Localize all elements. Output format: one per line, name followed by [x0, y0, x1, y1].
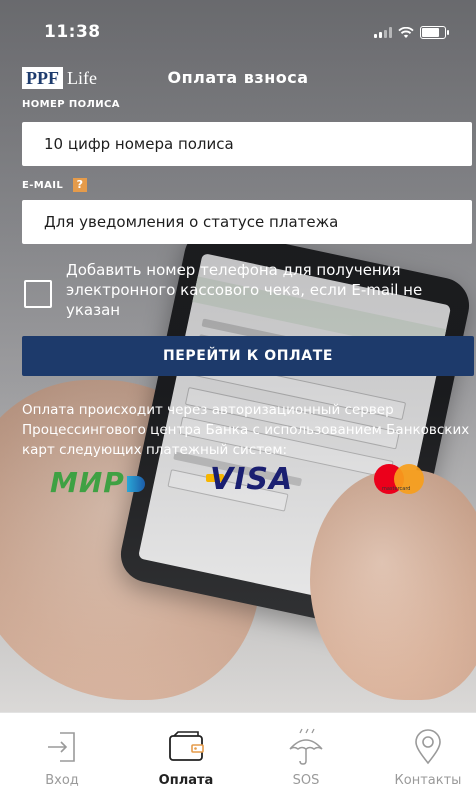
- tab-label: SOS: [292, 773, 320, 788]
- page-title: Оплата взноса: [167, 68, 309, 87]
- phone-checkbox[interactable]: [24, 280, 52, 308]
- status-time: 11:38: [44, 22, 101, 42]
- mir-logo: МИР: [50, 466, 145, 499]
- mastercard-logo: mastercard: [374, 462, 426, 496]
- location-pin-icon: [415, 729, 441, 765]
- login-icon: [48, 732, 75, 762]
- visa-logo: VISA: [210, 462, 294, 497]
- email-label: E-MAIL: [22, 180, 64, 191]
- tab-sos[interactable]: SOS: [256, 713, 356, 799]
- payment-info-text: Оплата происходит через авторизационный …: [22, 402, 470, 458]
- wifi-icon: [398, 26, 414, 38]
- tab-payment[interactable]: Оплата: [136, 713, 236, 799]
- tab-label: Оплата: [158, 773, 214, 788]
- email-label-row: E-MAIL ?: [22, 178, 88, 192]
- signal-icon: [374, 27, 392, 38]
- policy-number-input[interactable]: 10 цифр номера полиса: [22, 122, 472, 166]
- tab-contacts[interactable]: Контакты: [378, 713, 476, 799]
- status-icons: [374, 26, 449, 39]
- email-input[interactable]: Для уведомления о статусе платежа: [22, 200, 472, 244]
- go-to-payment-button[interactable]: ПЕРЕЙТИ К ОПЛАТЕ: [22, 336, 474, 376]
- wallet-icon: [169, 731, 204, 761]
- tab-label: Контакты: [394, 773, 462, 788]
- umbrella-icon: [289, 728, 323, 765]
- status-bar: 11:38: [0, 0, 476, 44]
- battery-icon: [420, 26, 449, 39]
- policy-number-label: НОМЕР ПОЛИСА: [22, 99, 120, 110]
- phone-checkbox-label: Добавить номер телефона для получения эл…: [66, 261, 423, 319]
- tab-bar: Вход Оплата SOS Контакты: [0, 712, 476, 799]
- email-help-icon[interactable]: ?: [73, 178, 88, 192]
- tab-label: Вход: [45, 773, 79, 788]
- tab-login[interactable]: Вход: [12, 713, 112, 799]
